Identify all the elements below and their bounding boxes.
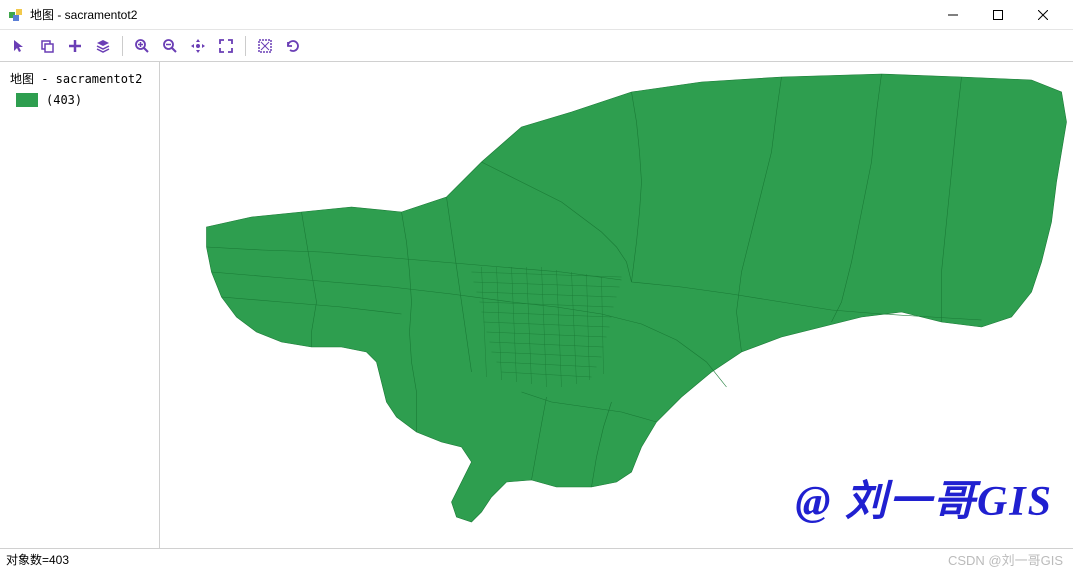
csdn-watermark: CSDN @刘一哥GIS [948, 550, 1063, 569]
legend-item[interactable]: (403) [6, 89, 153, 111]
pan-tool[interactable] [185, 33, 211, 59]
minimize-button[interactable] [930, 1, 975, 29]
app-icon [8, 7, 24, 23]
layers-panel: 地图 - sacramentot2 (403) [0, 62, 160, 548]
add-tool[interactable] [62, 33, 88, 59]
statusbar: 对象数=403 CSDN @刘一哥GIS [0, 548, 1073, 570]
legend-swatch [16, 93, 38, 107]
duplicate-tool[interactable] [34, 33, 60, 59]
toolbar-separator [122, 36, 123, 56]
zoom-out-tool[interactable] [157, 33, 183, 59]
full-extent-tool[interactable] [213, 33, 239, 59]
titlebar: 地图 - sacramentot2 [0, 0, 1073, 30]
status-objects: 对象数=403 [6, 551, 69, 568]
toolbar-separator [245, 36, 246, 56]
map-canvas[interactable]: @ 刘一哥GIS [160, 62, 1073, 548]
window-controls [930, 1, 1065, 29]
layer-title[interactable]: 地图 - sacramentot2 [6, 68, 153, 89]
pointer-tool[interactable] [6, 33, 32, 59]
zoom-in-tool[interactable] [129, 33, 155, 59]
select-rect-tool[interactable] [252, 33, 278, 59]
window-title: 地图 - sacramentot2 [30, 6, 930, 23]
main-area: 地图 - sacramentot2 (403) [0, 62, 1073, 548]
toolbar [0, 30, 1073, 62]
layers-tool[interactable] [90, 33, 116, 59]
refresh-tool[interactable] [280, 33, 306, 59]
close-button[interactable] [1020, 1, 1065, 29]
maximize-button[interactable] [975, 1, 1020, 29]
legend-label: (403) [46, 93, 82, 107]
watermark: @ 刘一哥GIS [796, 467, 1053, 528]
